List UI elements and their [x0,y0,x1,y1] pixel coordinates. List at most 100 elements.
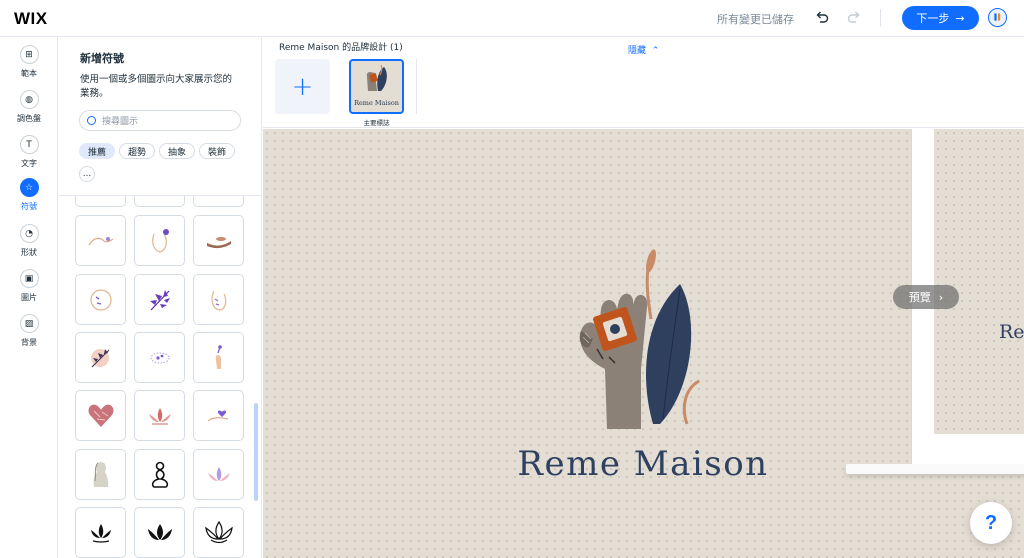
face-line-icon [151,228,169,253]
rail-item-text[interactable]: T 文字 [0,135,58,177]
face-leaves-icon [210,290,226,311]
user-avatar-icon[interactable] [988,8,1007,27]
panel-title: 新增符號 [80,52,124,65]
mockup-frame-text: Re [999,321,1024,343]
rail-label: 背景 [21,338,37,347]
rail-item-palette[interactable]: ◍ 調色盤 [0,90,58,132]
star-icon: ☆ [19,178,39,197]
rail-label: 文字 [21,159,37,168]
help-button[interactable]: ? [970,502,1012,544]
symbol-tile[interactable] [134,196,185,207]
symbol-tile[interactable] [193,332,244,383]
hand-dish-icon [206,236,231,248]
symbol-tile[interactable] [193,274,244,325]
chip-more[interactable]: ... [79,166,95,182]
chip-recommended[interactable]: 推薦 [79,143,115,159]
rail-label: 形狀 [21,248,37,257]
chip-decorative[interactable]: 裝飾 [199,143,235,159]
symbol-tile[interactable] [134,215,185,266]
main-logo-caption: 主要標誌 [363,119,390,127]
rail-item-images[interactable]: ▣ 圖片 [0,269,58,311]
symbol-tile[interactable] [134,274,185,325]
symbol-tile[interactable] [134,332,185,383]
moon-face-icon [89,288,112,311]
symbol-tile[interactable] [75,215,126,266]
hide-toggle[interactable]: 隱藏 ⌃ [628,43,659,56]
preview-button[interactable]: 預覽 › [893,285,959,309]
woman-bust-icon [93,461,108,487]
symbol-tile[interactable] [75,196,126,207]
lotus-outline-icon [204,520,233,543]
plus-icon: + [291,71,314,102]
rail-item-templates[interactable]: ⊞ 範本 [0,45,58,87]
symbol-tile[interactable] [75,332,126,383]
chip-abstract[interactable]: 抽象 [159,143,195,159]
symbol-tile[interactable] [193,449,244,500]
rail-label: 範本 [21,69,37,78]
hand-heart-icon [207,410,228,421]
hide-label: 隱藏 [628,46,647,56]
symbol-tile[interactable] [193,196,244,207]
symbol-tile[interactable] [193,390,244,441]
add-symbol-panel: 新增符號 使用一個或多個圖示向大家展示您的業務。 搜尋圖示 推薦 趨勢 抽象 裝… [59,37,262,558]
rail-label: 符號 [21,202,37,211]
redo-icon[interactable] [846,9,862,25]
background-icon: ▨ [19,314,39,333]
template-icon: ⊞ [19,45,39,64]
wix-logo[interactable]: WIX [14,9,48,29]
undo-icon[interactable] [814,9,830,25]
rail-item-symbols[interactable]: ☆ 符號 [0,178,58,220]
hand-line-icon [87,236,113,245]
chevron-right-icon: › [938,290,944,304]
lotus-red-icon [148,407,171,424]
strip-divider [416,59,417,114]
brand-design-title: Reme Maison 的品牌設計 (1) [279,43,403,53]
left-rail: ⊞ 範本 ◍ 調色盤 T 文字 ☆ 符號 ◔ 形狀 ▣ 圖片 ▨ 背景 [0,37,58,558]
dotted-leaf-icon [149,351,170,364]
heart-icon [88,404,113,427]
logo-illustration [579,249,700,429]
logo-thumbnail-name: Reme Maison [354,99,399,107]
pink-leaf-circle-icon [90,348,109,367]
next-button[interactable]: 下一步 → [902,6,979,30]
chevron-up-icon: ⌃ [648,46,660,56]
rail-item-shapes[interactable]: ◔ 形狀 [0,224,58,266]
logo-thumbnail-icon [366,64,387,91]
symbol-tile[interactable] [134,390,185,441]
rail-label: 圖片 [21,293,37,302]
panel-scrollbar[interactable] [254,403,258,501]
symbol-tile[interactable] [134,507,185,558]
design-canvas[interactable]: Reme Maison Re 預覽 › ? [263,129,1024,558]
search-input[interactable]: 搜尋圖示 [79,110,241,131]
lotus-purple-icon [207,466,230,481]
hand-flower-icon [215,344,222,369]
symbol-tile[interactable] [75,390,126,441]
rail-label: 調色盤 [17,114,41,123]
purple-leaf-icon [149,289,170,310]
text-icon: T [19,135,39,154]
symbol-grid [75,196,245,558]
preview-label: 預覽 [908,291,931,304]
main-logo-thumbnail[interactable]: Reme Maison [349,59,404,114]
brand-strip: Reme Maison 的品牌設計 (1) 隱藏 ⌃ + Reme Maison… [263,37,1024,128]
symbol-tile[interactable] [75,449,126,500]
save-status: 所有變更已儲存 [717,13,794,26]
woman-sitting-icon [151,461,168,488]
next-button-label: 下一步 [916,12,950,25]
mockup-frame-inner [934,129,1024,434]
rail-item-background[interactable]: ▨ 背景 [0,314,58,356]
chip-trending[interactable]: 趨勢 [119,143,155,159]
symbol-tile[interactable] [193,215,244,266]
top-bar: WIX 所有變更已儲存 下一步 → [0,0,1024,37]
symbol-tile[interactable] [75,507,126,558]
panel-description: 使用一個或多個圖示向大家展示您的業務。 [80,74,233,99]
search-icon [87,116,96,125]
add-logo-button[interactable]: + [275,59,330,114]
palette-icon: ◍ [19,90,39,109]
symbol-tile[interactable] [193,507,244,558]
symbol-tile[interactable] [75,274,126,325]
symbol-tile[interactable] [134,449,185,500]
lotus-solid-icon [147,523,172,540]
toolbar-divider [880,9,881,27]
search-placeholder: 搜尋圖示 [102,117,139,127]
